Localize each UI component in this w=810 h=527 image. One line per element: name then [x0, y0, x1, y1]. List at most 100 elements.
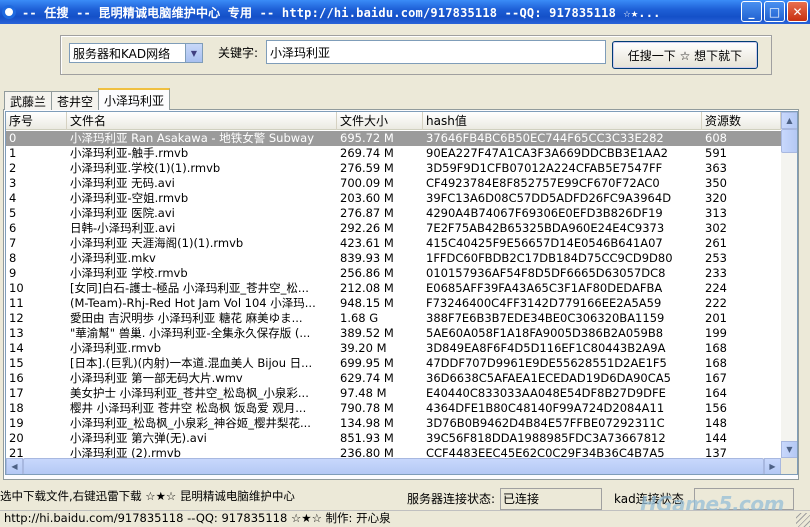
cell-size: 699.95 M: [340, 356, 394, 370]
cell-size: 256.86 M: [340, 266, 394, 280]
cell-sources: 320: [705, 191, 727, 205]
table-row[interactable]: 0 小泽玛利亚 Ran Asakawa - 地铁女警 Subway 695.72 M…: [6, 131, 781, 146]
cell-size: 695.72 M: [340, 131, 394, 145]
title-bar: -- 任搜 -- 昆明精诚电脑维护中心 专用 -- http://hi.baid…: [0, 0, 810, 24]
table-row[interactable]: 17 美女护士 小泽玛利亚_苍井空_松岛枫_小泉彩... 97.48 M E40440…: [6, 386, 781, 401]
cell-filename: 美女护士 小泽玛利亚_苍井空_松岛枫_小泉彩...: [70, 386, 309, 400]
table-row[interactable]: 11 (M-Team)-Rhj-Red Hot Jam Vol 104 小泽玛..…: [6, 296, 781, 311]
cell-sources: 201: [705, 311, 727, 325]
cell-filename: 小泽玛利亚.rmvb: [70, 341, 161, 355]
minimize-button[interactable]: _: [741, 1, 762, 22]
cell-filename: 小泽玛利亚 Ran Asakawa - 地铁女警 Subway: [70, 131, 315, 145]
server-status-label: 服务器连接状态:: [407, 492, 496, 506]
cell-sources: 199: [705, 326, 727, 340]
cell-hash: E40440C833033AA048E54DF8B27D9DFE: [426, 386, 666, 400]
table-row[interactable]: 14 小泽玛利亚.rmvb 39.20 M 3D849EA8F6F4D5D116EF1…: [6, 341, 781, 356]
cell-hash: E0685AFF39FA43A65C3F1AF80DEDAFBA: [426, 281, 663, 295]
column-header-size[interactable]: 文件大小: [337, 112, 423, 130]
table-row[interactable]: 15 [日本].(巨乳)(内射)一本道.混血美人 Bijou 日... 699.95…: [6, 356, 781, 371]
table-row[interactable]: 18 樱井 小泽玛利亚 苍井空 松岛枫 饭岛爱 观月... 790.78 M 4364…: [6, 401, 781, 416]
cell-hash: 3D59F9D1CFB07012A224CFAB5E7547FF: [426, 161, 663, 175]
cell-hash: 5AE60A058F1A18FA9005D386B2A059B8: [426, 326, 664, 340]
cell-size: 203.60 M: [340, 191, 394, 205]
vertical-scrollbar[interactable]: ▲ ▼: [781, 112, 797, 458]
cell-filename: 小泽玛利亚 天涯海阁(1)(1).rmvb: [70, 236, 244, 250]
table-row[interactable]: 6 日韩-小泽玛利亚.avi 292.26 M 7E2F75AB42B65325BDA…: [6, 221, 781, 236]
cell-sources: 350: [705, 176, 727, 190]
maximize-button[interactable]: □: [764, 1, 785, 22]
download-tip: 选中下载文件,右键迅雷下载 ☆★☆ 昆明精诚电脑维护中心: [0, 489, 295, 503]
close-button[interactable]: ✕: [787, 1, 808, 22]
cell-index: 1: [9, 146, 17, 160]
cell-size: 212.08 M: [340, 281, 394, 295]
search-button[interactable]: 任搜一下 ☆ 想下就下: [612, 41, 758, 69]
cell-size: 700.09 M: [340, 176, 394, 190]
cell-hash: 3D76B0B9462D4B84E57FFBE07292311C: [426, 416, 665, 430]
chevron-down-icon[interactable]: ▼: [185, 44, 202, 62]
cell-index: 0: [9, 131, 17, 145]
cell-hash: 39C56F818DDA1988985FDC3A73667812: [426, 431, 666, 445]
column-header-sources[interactable]: 资源数: [702, 112, 781, 130]
keyword-input[interactable]: [266, 40, 606, 64]
tab-2[interactable]: 小泽玛利亚: [98, 88, 171, 110]
table-row[interactable]: 2 小泽玛利亚.学校(1)(1).rmvb 276.59 M 3D59F9D1CFB0…: [6, 161, 781, 176]
scroll-left-icon[interactable]: ◀: [6, 458, 23, 474]
cell-index: 5: [9, 206, 17, 220]
column-header-hash[interactable]: hash值: [423, 112, 702, 130]
table-row[interactable]: 4 小泽玛利亚-空姐.rmvb 203.60 M 39FC13A6D08C57DD5A…: [6, 191, 781, 206]
cell-filename: 小泽玛利亚-触手.rmvb: [70, 146, 189, 160]
table-row[interactable]: 5 小泽玛利亚 医院.avi 276.87 M 4290A4B74067F69306E…: [6, 206, 781, 221]
cell-filename: 愛田由 吉沢明歩 小泽玛利亚 糖花 麻美ゆま...: [70, 311, 303, 325]
scroll-right-icon[interactable]: ▶: [764, 458, 781, 474]
cell-size: 948.15 M: [340, 296, 394, 310]
cell-hash: CF4923784E8F852757E99CF670F72AC0: [426, 176, 660, 190]
table-row[interactable]: 3 小泽玛利亚 无码.avi 700.09 M CF4923784E8F852757E…: [6, 176, 781, 191]
cell-hash: 388F7E6B3B7EDE34BE0C306320BA1159: [426, 311, 665, 325]
table-row[interactable]: 9 小泽玛利亚 学校.rmvb 256.86 M 010157936AF54F8D5D…: [6, 266, 781, 281]
cell-sources: 224: [705, 281, 727, 295]
cell-filename: 小泽玛利亚 医院.avi: [70, 206, 175, 220]
resize-grip-icon[interactable]: [796, 513, 810, 527]
cell-index: 8: [9, 251, 17, 265]
cell-hash: 7E2F75AB42B65325BDA960E24E4C9373: [426, 221, 665, 235]
cell-hash: 1FFDC60FBDB2C17DB184D75CC9CD9D80: [426, 251, 673, 265]
tab-1[interactable]: 苍井空: [51, 91, 100, 110]
cell-sources: 233: [705, 266, 727, 280]
cell-index: 17: [9, 386, 24, 400]
table-row[interactable]: 1 小泽玛利亚-触手.rmvb 269.74 M 90EA227F47A1CA3F3A…: [6, 146, 781, 161]
cell-filename: 小泽玛利亚.学校(1)(1).rmvb: [70, 161, 221, 175]
cell-sources: 608: [705, 131, 727, 145]
cell-index: 10: [9, 281, 24, 295]
scroll-up-icon[interactable]: ▲: [781, 112, 797, 129]
table-row[interactable]: 12 愛田由 吉沢明歩 小泽玛利亚 糖花 麻美ゆま... 1.68 G 388F7E6…: [6, 311, 781, 326]
table-row[interactable]: 8 小泽玛利亚.mkv 839.93 M 1FFDC60FBDB2C17DB184D7…: [6, 251, 781, 266]
tab-bar: 武藤兰 苍井空 小泽玛利亚: [4, 88, 171, 110]
table-row[interactable]: 10 [女同]白石-護士-極品 小泽玛利亚_苍井空_松... 212.08 M E06…: [6, 281, 781, 296]
cell-filename: [日本].(巨乳)(内射)一本道.混血美人 Bijou 日...: [70, 356, 313, 370]
cell-hash: 010157936AF54F8D5DF6665D63057DC8: [426, 266, 666, 280]
cell-filename: 小泽玛利亚_松岛枫_小泉彩_神谷姬_樱井梨花...: [70, 416, 311, 430]
cell-size: 276.87 M: [340, 206, 394, 220]
cell-sources: 156: [705, 401, 727, 415]
cell-hash: 4290A4B74067F69306E0EFD3B826DF19: [426, 206, 663, 220]
table-row[interactable]: 13 "華渝幫" 兽巢. 小泽玛利亚-全集永久保存版 (... 389.52 M 5A…: [6, 326, 781, 341]
cell-filename: 小泽玛利亚.mkv: [70, 251, 156, 265]
cell-size: 269.74 M: [340, 146, 394, 160]
cell-size: 389.52 M: [340, 326, 394, 340]
tab-0[interactable]: 武藤兰: [4, 91, 53, 110]
vertical-scroll-thumb[interactable]: [781, 129, 797, 153]
horizontal-scroll-thumb[interactable]: [23, 458, 764, 474]
cell-sources: 313: [705, 206, 727, 220]
column-header-filename[interactable]: 文件名: [67, 112, 337, 130]
search-mode-select[interactable]: 服务器和KAD网络 ▼: [69, 43, 203, 63]
scroll-down-icon[interactable]: ▼: [781, 441, 797, 458]
cell-index: 9: [9, 266, 17, 280]
table-row[interactable]: 16 小泽玛利亚 第一部无码大片.wmv 629.74 M 36D6638C5AFAE…: [6, 371, 781, 386]
table-row[interactable]: 19 小泽玛利亚_松岛枫_小泉彩_神谷姬_樱井梨花... 134.98 M 3D76B…: [6, 416, 781, 431]
table-row[interactable]: 7 小泽玛利亚 天涯海阁(1)(1).rmvb 423.61 M 415C40425F…: [6, 236, 781, 251]
server-status-value: 已连接: [500, 488, 602, 510]
table-row[interactable]: 20 小泽玛利亚 第六弹(无).avi 851.93 M 39C56F818DDA19…: [6, 431, 781, 446]
column-header-index[interactable]: 序号: [6, 112, 67, 130]
cell-index: 16: [9, 371, 24, 385]
horizontal-scrollbar[interactable]: ◀ ▶: [6, 458, 781, 474]
